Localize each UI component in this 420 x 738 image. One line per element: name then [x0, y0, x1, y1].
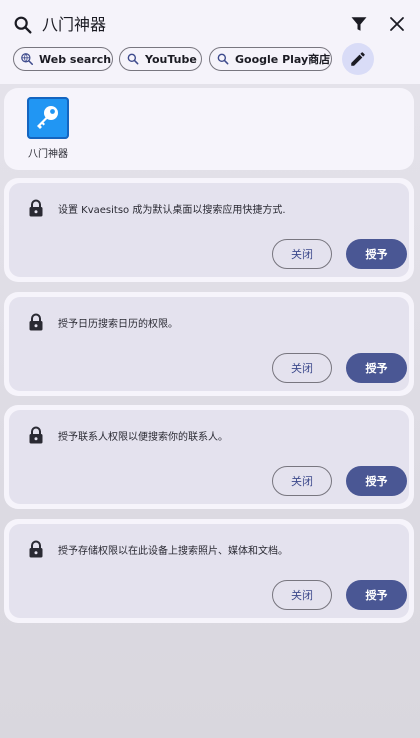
- chip-label: Web search: [39, 52, 112, 66]
- key-wrench-icon: [37, 106, 58, 129]
- lock-icon: [29, 313, 43, 331]
- search-icon[interactable]: [12, 14, 34, 36]
- chip-web-search[interactable]: Web search: [13, 47, 113, 71]
- grant-button[interactable]: 授予: [346, 466, 407, 496]
- chip-label: Google Play商店: [235, 53, 331, 66]
- edit-chips-button[interactable]: [342, 43, 374, 75]
- permission-card-contacts: 授予联系人权限以便搜索你的联系人。 关闭 授予: [4, 405, 414, 509]
- lock-icon: [29, 540, 43, 558]
- lock-icon: [29, 426, 43, 444]
- chip-label: YouTube: [145, 52, 197, 66]
- permission-card-shortcuts: 设置 Kvaesitso 成为默认桌面以搜索应用快捷方式. 关闭 授予: [4, 178, 414, 282]
- search-icon: [217, 53, 229, 65]
- web-search-icon: [21, 53, 34, 66]
- chip-google-play[interactable]: Google Play商店: [209, 47, 332, 71]
- app-results-card: 八门神器: [4, 88, 414, 170]
- filter-icon[interactable]: [350, 15, 368, 33]
- dismiss-button[interactable]: 关闭: [272, 466, 332, 496]
- lock-icon: [29, 199, 43, 217]
- grant-button[interactable]: 授予: [346, 239, 407, 269]
- search-bar: 八门神器 Web search YouTube Google Play商店: [0, 0, 420, 84]
- search-input[interactable]: 八门神器: [42, 14, 106, 36]
- permission-text: 授予联系人权限以便搜索你的联系人。: [58, 432, 228, 443]
- permission-text: 授予日历搜索日历的权限。: [58, 319, 178, 330]
- dismiss-button[interactable]: 关闭: [272, 239, 332, 269]
- dismiss-button[interactable]: 关闭: [272, 580, 332, 610]
- chip-youtube[interactable]: YouTube: [119, 47, 202, 71]
- grant-button[interactable]: 授予: [346, 353, 407, 383]
- permission-card-storage: 授予存储权限以在此设备上搜索照片、媒体和文档。 关闭 授予: [4, 519, 414, 623]
- app-icon[interactable]: [27, 97, 69, 139]
- permission-card-calendar: 授予日历搜索日历的权限。 关闭 授予: [4, 292, 414, 396]
- pencil-icon: [351, 52, 365, 66]
- dismiss-button[interactable]: 关闭: [272, 353, 332, 383]
- permission-text: 授予存储权限以在此设备上搜索照片、媒体和文档。: [58, 546, 288, 557]
- close-icon[interactable]: [388, 15, 406, 33]
- app-name[interactable]: 八门神器: [4, 145, 92, 160]
- search-icon: [127, 53, 139, 65]
- grant-button[interactable]: 授予: [346, 580, 407, 610]
- permission-text: 设置 Kvaesitso 成为默认桌面以搜索应用快捷方式.: [58, 205, 286, 216]
